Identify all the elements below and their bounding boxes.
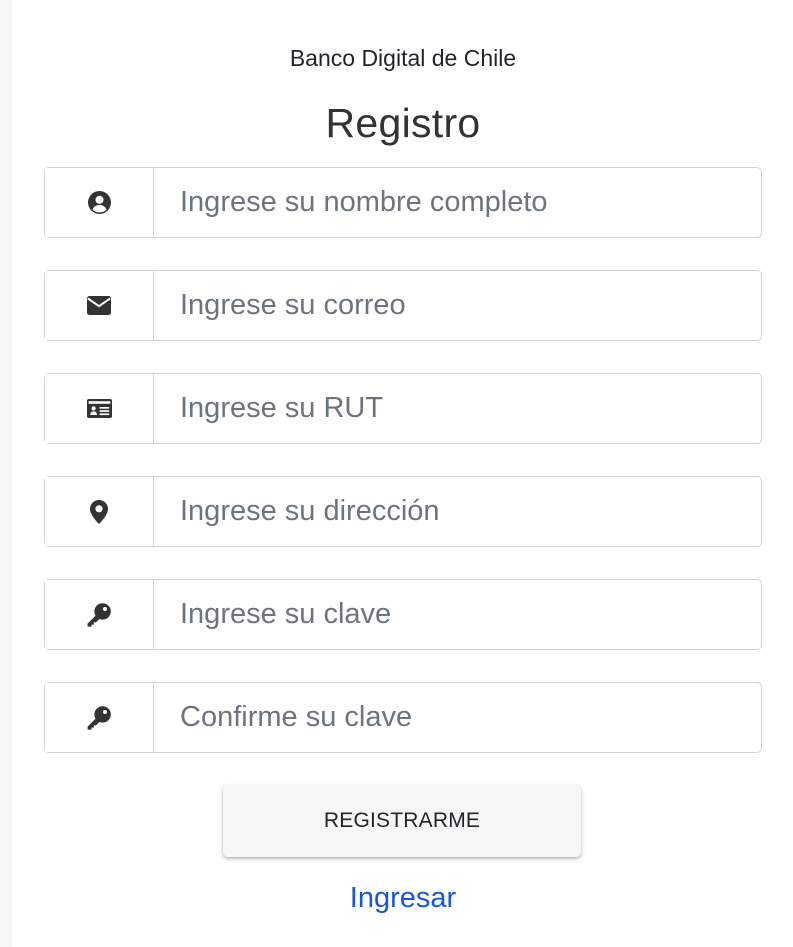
rut-field-group <box>44 373 762 444</box>
map-marker-icon <box>90 499 108 524</box>
email-field-group <box>44 270 762 341</box>
page-title: Registro <box>325 100 481 146</box>
id-card-icon <box>86 399 112 418</box>
user-circle-icon <box>87 191 111 214</box>
rut-addon <box>45 374 154 443</box>
login-link[interactable]: Ingresar <box>0 880 793 916</box>
bank-name: Banco Digital de Chile <box>289 45 517 71</box>
address-addon <box>45 477 154 546</box>
full-name-addon <box>45 168 154 237</box>
email-input[interactable] <box>154 271 761 340</box>
email-addon <box>45 271 154 340</box>
password-input[interactable] <box>154 580 761 649</box>
password-field-group <box>44 579 762 650</box>
confirm-password-input[interactable] <box>154 683 761 752</box>
full-name-field-group <box>44 167 762 238</box>
address-input[interactable] <box>154 477 761 546</box>
address-field-group <box>44 476 762 547</box>
confirm-password-field-group <box>44 682 762 753</box>
key-icon <box>87 602 111 627</box>
confirm-password-addon <box>45 683 154 752</box>
key-icon <box>87 705 111 730</box>
full-name-input[interactable] <box>154 168 761 237</box>
envelope-icon <box>87 296 111 315</box>
rut-input[interactable] <box>154 374 761 443</box>
password-addon <box>45 580 154 649</box>
register-button[interactable]: REGISTRARME <box>223 785 581 857</box>
